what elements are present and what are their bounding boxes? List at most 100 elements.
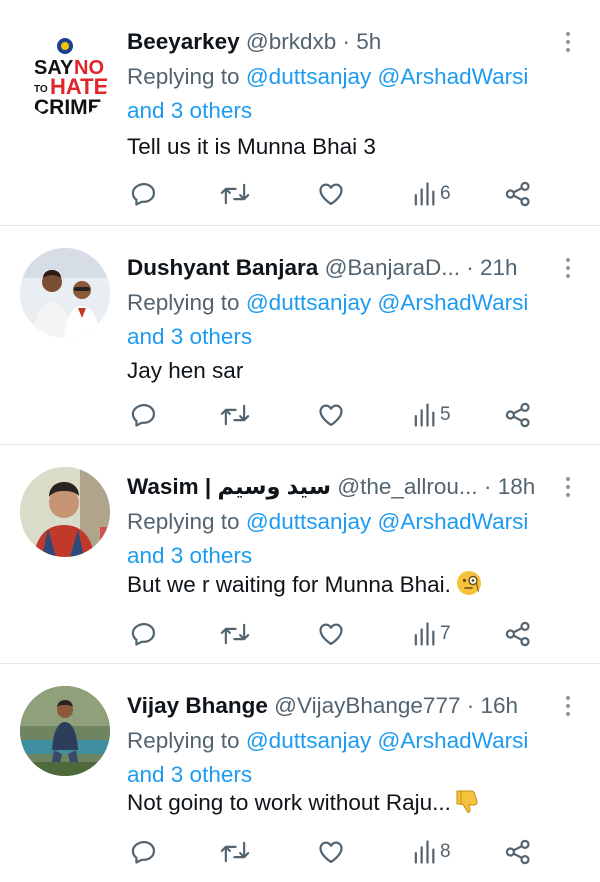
- tweet[interactable]: SAY NO TO HATE CRIME Beeyarkey @brkdxb ·…: [0, 0, 600, 226]
- tweet-header: Wasim | سيد وسيم @the_allrou... · 18h: [127, 471, 580, 503]
- display-name[interactable]: Dushyant Banjara: [127, 255, 318, 280]
- replying-prefix: Replying to: [127, 509, 240, 534]
- face-with-monocle-icon: [456, 571, 481, 595]
- user-photo-icon: [20, 686, 110, 776]
- user-handle[interactable]: @BanjaraD...: [325, 255, 460, 280]
- views-button[interactable]: 8: [412, 836, 451, 868]
- retweet-button[interactable]: [219, 178, 251, 210]
- retweet-icon: [220, 404, 250, 426]
- separator: ·: [466, 693, 475, 718]
- like-button[interactable]: [317, 618, 345, 650]
- reply-feed: SAY NO TO HATE CRIME Beeyarkey @brkdxb ·…: [0, 0, 600, 882]
- reply-button[interactable]: [130, 178, 158, 210]
- tweet[interactable]: Dushyant Banjara @BanjaraD... · 21h Repl…: [0, 226, 600, 445]
- separator: ·: [342, 29, 351, 54]
- like-button[interactable]: [317, 178, 345, 210]
- tweet-text: But we r waiting for Munna Bhai.: [127, 568, 580, 602]
- heart-icon: [319, 841, 343, 864]
- views-button[interactable]: 6: [412, 178, 451, 210]
- avatar[interactable]: [20, 248, 110, 338]
- and-others-link[interactable]: and 3 others: [127, 324, 252, 349]
- like-button[interactable]: [317, 399, 345, 431]
- user-photo-icon: [20, 248, 110, 338]
- more-icon[interactable]: [558, 30, 578, 54]
- action-bar: 7: [127, 618, 547, 650]
- tweet[interactable]: Wasim | سيد وسيم @the_allrou... · 18h Re…: [0, 445, 600, 664]
- separator: ·: [483, 474, 492, 499]
- views-icon: [414, 182, 435, 206]
- tweet-text-content: Not going to work without Raju...: [127, 790, 451, 815]
- separator: ·: [466, 255, 474, 280]
- retweet-button[interactable]: [219, 399, 251, 431]
- and-others-link[interactable]: and 3 others: [127, 762, 252, 787]
- mention-link[interactable]: @ArshadWarsi: [378, 64, 529, 89]
- display-name[interactable]: Beeyarkey: [127, 29, 240, 54]
- reply-icon: [131, 622, 156, 646]
- tweet-text-content: Tell us it is Munna Bhai 3: [127, 134, 376, 159]
- timestamp[interactable]: 16h: [481, 693, 519, 718]
- mention-link[interactable]: @duttsanjay: [246, 290, 371, 315]
- replying-to: Replying to @duttsanjay @ArshadWarsi and…: [127, 286, 580, 354]
- views-icon: [414, 840, 435, 864]
- reply-button[interactable]: [130, 399, 158, 431]
- heart-icon: [319, 183, 343, 206]
- views-button[interactable]: 7: [412, 618, 451, 650]
- views-button[interactable]: 5: [412, 399, 451, 431]
- mention-link[interactable]: @ArshadWarsi: [378, 509, 529, 534]
- reply-button[interactable]: [130, 618, 158, 650]
- share-icon: [505, 621, 530, 647]
- reply-icon: [131, 840, 156, 864]
- reply-button[interactable]: [130, 836, 158, 868]
- more-icon[interactable]: [558, 256, 578, 280]
- share-button[interactable]: [504, 399, 532, 431]
- reply-icon: [131, 182, 156, 206]
- more-icon[interactable]: [558, 475, 578, 499]
- avatar[interactable]: [20, 467, 110, 557]
- and-others-link[interactable]: and 3 others: [127, 98, 252, 123]
- retweet-button[interactable]: [219, 836, 251, 868]
- mention-link[interactable]: @ArshadWarsi: [378, 290, 529, 315]
- mention-link[interactable]: @duttsanjay: [246, 728, 371, 753]
- mention-link[interactable]: @ArshadWarsi: [378, 728, 529, 753]
- timestamp[interactable]: 5h: [356, 29, 381, 54]
- replying-to: Replying to @duttsanjay @ArshadWarsi and…: [127, 724, 580, 792]
- share-icon: [505, 402, 530, 428]
- share-button[interactable]: [504, 836, 532, 868]
- share-button[interactable]: [504, 178, 532, 210]
- display-name[interactable]: Wasim | سيد وسيم: [127, 474, 331, 499]
- tweet-header: Vijay Bhange @VijayBhange777 · 16h: [127, 690, 580, 722]
- share-button[interactable]: [504, 618, 532, 650]
- heart-icon: [319, 404, 343, 427]
- timestamp[interactable]: 18h: [498, 474, 536, 499]
- tweet-text-content: Jay hen sar: [127, 358, 244, 383]
- user-handle[interactable]: @VijayBhange777: [274, 693, 460, 718]
- replying-prefix: Replying to: [127, 728, 240, 753]
- display-name[interactable]: Vijay Bhange: [127, 693, 268, 718]
- view-count: 6: [440, 183, 451, 204]
- retweet-button[interactable]: [219, 618, 251, 650]
- tweet[interactable]: Vijay Bhange @VijayBhange777 · 16h Reply…: [0, 664, 600, 882]
- mention-link[interactable]: @duttsanjay: [246, 64, 371, 89]
- tweet-header: Beeyarkey @brkdxb · 5h: [127, 26, 580, 58]
- timestamp[interactable]: 21h: [480, 255, 518, 280]
- tweet-text: Not going to work without Raju...: [127, 786, 580, 820]
- and-others-link[interactable]: and 3 others: [127, 543, 252, 568]
- avatar[interactable]: SAY NO TO HATE CRIME: [20, 30, 110, 120]
- tweet-text: Jay hen sar: [127, 354, 580, 388]
- more-icon[interactable]: [558, 694, 578, 718]
- tweet-text-content: But we r waiting for Munna Bhai.: [127, 572, 451, 597]
- mention-link[interactable]: @duttsanjay: [246, 509, 371, 534]
- view-count: 5: [440, 404, 451, 425]
- tweet-text: Tell us it is Munna Bhai 3: [127, 130, 580, 164]
- replying-prefix: Replying to: [127, 290, 240, 315]
- thumbs-down-icon: [456, 790, 478, 814]
- user-handle[interactable]: @brkdxb: [246, 29, 336, 54]
- avatar[interactable]: [20, 686, 110, 776]
- like-button[interactable]: [317, 836, 345, 868]
- user-handle[interactable]: @the_allrou...: [337, 474, 477, 499]
- retweet-icon: [220, 623, 250, 645]
- retweet-icon: [220, 183, 250, 205]
- share-icon: [505, 839, 530, 865]
- retweet-icon: [220, 841, 250, 863]
- views-icon: [414, 622, 435, 646]
